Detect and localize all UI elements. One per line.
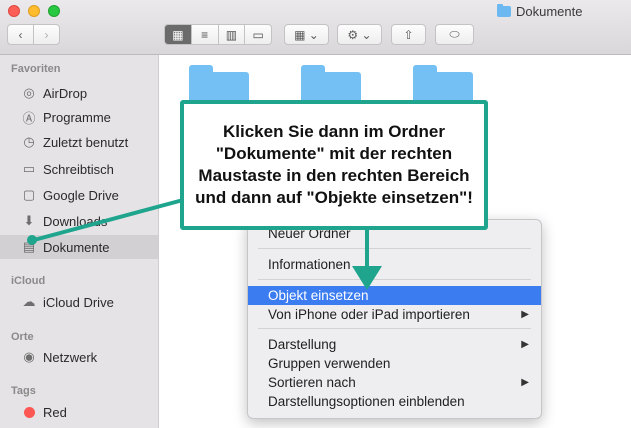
red-tag-dot — [23, 406, 35, 418]
close-window-button[interactable] — [8, 5, 20, 17]
tag-color-icon — [20, 404, 38, 420]
sidebar-item-label: Dokumente — [43, 239, 110, 255]
sidebar-item-label: Programme — [43, 109, 111, 125]
menu-item-label: Darstellung — [268, 337, 337, 352]
gallery-icon: ▭ — [252, 27, 264, 42]
menu-item-label: Gruppen verwenden — [268, 356, 391, 371]
menu-item-informationen[interactable]: Informationen — [248, 255, 541, 274]
gear-icon: ⚙ ⌄ — [347, 27, 372, 42]
menu-separator — [258, 328, 531, 329]
menu-item-darstellung[interactable]: Darstellung ▶ — [248, 335, 541, 354]
sidebar-item-programme[interactable]: Ⓐ Programme — [0, 105, 158, 129]
submenu-arrow-icon: ▶ — [521, 309, 529, 320]
submenu-arrow-icon: ▶ — [521, 339, 529, 350]
menu-item-iphone-import[interactable]: Von iPhone oder iPad importieren ▶ — [248, 305, 541, 324]
menu-item-gruppen[interactable]: Gruppen verwenden — [248, 354, 541, 373]
sidebar-item-tag-red[interactable]: Red — [0, 400, 158, 424]
network-icon: ◉ — [23, 349, 35, 364]
submenu-arrow-icon: ▶ — [521, 377, 529, 388]
sidebar-item-label: Netzwerk — [43, 349, 98, 365]
document-icon: ▤ — [22, 239, 36, 254]
back-button[interactable]: ‹ — [7, 24, 34, 45]
menu-item-label: Sortieren nach — [268, 375, 356, 390]
group-button[interactable]: ▦ ⌄ — [284, 24, 329, 45]
sidebar-item-google-drive[interactable]: ▢ Google Drive — [0, 183, 158, 207]
sidebar-item-label: Red — [43, 404, 67, 420]
sidebar-item-label: Google Drive — [43, 187, 119, 203]
grid-icon: ▦ — [172, 27, 184, 42]
sidebar-item-desktop[interactable]: ▭ Schreibtisch — [0, 157, 158, 181]
callout-text: Klicken Sie dann im Ordner "Dokumente" m… — [195, 122, 473, 207]
instruction-callout: Klicken Sie dann im Ordner "Dokumente" m… — [180, 100, 488, 230]
folder-icon: ▢ — [22, 187, 36, 202]
tag-icon: ⬭ — [449, 27, 460, 41]
window-title-text: Dokumente — [516, 3, 583, 19]
list-view-button[interactable]: ≡ — [191, 25, 219, 44]
sidebar-section-icloud: iCloud — [11, 275, 46, 287]
sidebar-item-label: Zuletzt benutzt — [43, 134, 129, 150]
sidebar-item-label: Schreibtisch — [43, 161, 114, 177]
sidebar: Favoriten ◎ AirDrop Ⓐ Programme ◷ Zuletz… — [0, 55, 159, 428]
columns-icon: ▥ — [225, 27, 238, 42]
menu-item-sortieren[interactable]: Sortieren nach ▶ — [248, 373, 541, 392]
share-icon: ⇧ — [403, 27, 414, 42]
desktop-icon: ▭ — [22, 161, 36, 176]
context-menu: Neuer Ordner Informationen Objekt einset… — [247, 219, 542, 419]
recents-icon: ◷ — [23, 134, 35, 149]
menu-item-label: Objekt einsetzen — [268, 288, 369, 303]
sidebar-item-netzwerk[interactable]: ◉ Netzwerk — [0, 345, 158, 369]
zoom-window-button[interactable] — [48, 5, 60, 17]
folder-icon — [497, 3, 511, 17]
sidebar-item-icloud-drive[interactable]: ☁ iCloud Drive — [0, 290, 158, 314]
chevron-right-icon: › — [44, 27, 49, 42]
sidebar-section-favorites: Favoriten — [11, 63, 61, 75]
sidebar-item-dokumente[interactable]: ▤ Dokumente — [0, 235, 158, 259]
sidebar-section-orte: Orte — [11, 331, 34, 343]
menu-separator — [258, 279, 531, 280]
apps-icon: Ⓐ — [22, 110, 36, 126]
group-icon: ▦ ⌄ — [294, 27, 319, 42]
share-button[interactable]: ⇧ — [391, 24, 426, 45]
menu-item-objekt-einsetzen[interactable]: Objekt einsetzen — [248, 286, 541, 305]
sidebar-item-label: iCloud Drive — [43, 294, 114, 310]
menu-item-darstellungsoptionen[interactable]: Darstellungsoptionen einblenden — [248, 392, 541, 411]
toolbar: Dokumente ‹ › ▦ ≡ ▥ ▭ ▦ ⌄ ⚙ ⌄ ⇧ ⬭ — [0, 0, 631, 55]
menu-item-label: Darstellungsoptionen einblenden — [268, 394, 465, 409]
airdrop-icon: ◎ — [23, 85, 35, 100]
sidebar-item-label: AirDrop — [43, 85, 88, 101]
chevron-left-icon: ‹ — [18, 27, 23, 42]
menu-item-label: Von iPhone oder iPad importieren — [268, 307, 470, 322]
view-mode-segment: ▦ ≡ ▥ ▭ — [164, 24, 272, 45]
list-icon: ≡ — [201, 27, 209, 42]
tag-button[interactable]: ⬭ — [435, 24, 474, 45]
action-button[interactable]: ⚙ ⌄ — [337, 24, 382, 45]
cloud-icon: ☁ — [22, 294, 36, 309]
sidebar-item-label: Downloads — [43, 213, 108, 229]
menu-separator — [258, 248, 531, 249]
icon-view-button[interactable]: ▦ — [165, 25, 192, 44]
forward-button[interactable]: › — [33, 24, 60, 45]
sidebar-section-tags: Tags — [11, 385, 36, 397]
gallery-view-button[interactable]: ▭ — [245, 25, 271, 44]
minimize-window-button[interactable] — [28, 5, 40, 17]
window-title: Dokumente — [497, 2, 582, 20]
sidebar-item-airdrop[interactable]: ◎ AirDrop — [0, 81, 158, 105]
finder-window: Dokumente ‹ › ▦ ≡ ▥ ▭ ▦ ⌄ ⚙ ⌄ ⇧ ⬭ Favori… — [0, 0, 631, 428]
sidebar-item-recents[interactable]: ◷ Zuletzt benutzt — [0, 130, 158, 154]
menu-item-label: Informationen — [268, 257, 351, 272]
sidebar-item-downloads[interactable]: ⬇ Downloads — [0, 209, 158, 233]
download-icon: ⬇ — [23, 213, 35, 228]
column-view-button[interactable]: ▥ — [218, 25, 246, 44]
